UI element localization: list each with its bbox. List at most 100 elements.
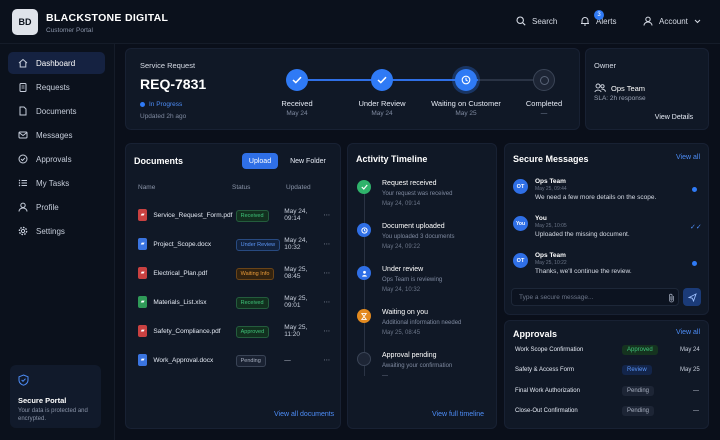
alerts-button[interactable]: 3 Alerts bbox=[580, 10, 616, 26]
more-icon[interactable]: ⋯ bbox=[323, 269, 330, 277]
owner-sla: SLA: 2h response bbox=[594, 95, 646, 102]
sidebar-item-approvals[interactable]: Approvals bbox=[8, 148, 105, 170]
sidebar-item-dashboard[interactable]: Dashboard bbox=[8, 52, 105, 74]
message-sender: You bbox=[535, 215, 547, 222]
chevron-down-icon bbox=[694, 19, 701, 23]
team-icon bbox=[594, 83, 606, 93]
message-input-box[interactable]: Type a secure message... bbox=[511, 288, 679, 306]
view-full-timeline-link[interactable]: View full timeline bbox=[432, 411, 484, 418]
search-button[interactable]: Search bbox=[516, 16, 557, 26]
document-status-badge: Under Review bbox=[235, 238, 281, 251]
sidebar-item-requests[interactable]: Requests bbox=[8, 76, 105, 98]
table-row[interactable]: ▰ Work_Approval.docx Pending — ⋯ bbox=[134, 350, 330, 370]
sidebar-item-messages[interactable]: Messages bbox=[8, 124, 105, 146]
table-row[interactable]: ▰ Project_Scope.docx Under Review May 24… bbox=[134, 234, 330, 254]
timeline-item-title: Under review bbox=[382, 266, 424, 273]
timeline-item-title: Approval pending bbox=[382, 352, 437, 359]
timeline-item-title: Document uploaded bbox=[382, 223, 445, 230]
more-icon[interactable]: ⋯ bbox=[323, 356, 330, 364]
table-row[interactable]: ▰ Electrical_Plan.pdf Waiting Info May 2… bbox=[134, 263, 330, 283]
approval-date: — bbox=[693, 408, 699, 414]
sidebar-item-label: Messages bbox=[36, 130, 73, 140]
secure-portal-text: Your data is protected and encrypted. bbox=[18, 408, 88, 423]
sidebar-item-settings[interactable]: Settings bbox=[8, 220, 105, 242]
message-time: May 25, 09:44 bbox=[535, 186, 567, 192]
timeline-item-time: May 24, 09:22 bbox=[382, 244, 421, 250]
view-details-button[interactable]: View Details bbox=[650, 110, 698, 124]
message-input-placeholder: Type a secure message... bbox=[519, 294, 594, 301]
new-folder-button[interactable]: New Folder bbox=[284, 153, 332, 169]
service-request-card: Service Request REQ-7831 In Progress Upd… bbox=[125, 48, 580, 130]
table-row[interactable]: ▰ Safety_Compliance.pdf Approved May 25,… bbox=[134, 321, 330, 341]
clipboard-icon bbox=[19, 83, 27, 92]
list-item[interactable]: Safety & Access Form Review May 25 bbox=[515, 363, 705, 377]
search-label: Search bbox=[532, 16, 558, 26]
gear-icon bbox=[18, 226, 28, 236]
more-icon[interactable]: ⋯ bbox=[323, 327, 330, 335]
more-icon[interactable]: ⋯ bbox=[323, 240, 330, 248]
owner-card: Owner Ops Team SLA: 2h response View Det… bbox=[585, 48, 709, 130]
status-badge: In Progress bbox=[140, 101, 182, 108]
document-name: Work_Approval.docx bbox=[153, 356, 214, 364]
list-item[interactable]: Close-Out Confirmation Pending — bbox=[515, 404, 705, 418]
message-text: We need a few more details on the scope. bbox=[535, 194, 657, 201]
timeline-item-title: Waiting on you bbox=[382, 309, 429, 316]
timeline-line bbox=[363, 184, 365, 376]
document-status-badge: Approved bbox=[235, 325, 270, 338]
list-item[interactable]: Final Work Authorization Pending — bbox=[515, 384, 705, 398]
message-sender: Ops Team bbox=[535, 252, 566, 259]
send-button[interactable] bbox=[683, 288, 701, 306]
account-menu[interactable]: Account bbox=[643, 16, 701, 26]
pending-circle-icon bbox=[539, 75, 549, 85]
upload-button[interactable]: Upload bbox=[242, 153, 278, 169]
step-waiting-on-customer bbox=[455, 69, 477, 91]
list-item[interactable]: Work Scope Confirmation Approved May 24 bbox=[515, 343, 705, 357]
progress-track-done bbox=[308, 79, 478, 81]
clock-icon bbox=[461, 75, 471, 85]
sidebar-item-label: Dashboard bbox=[36, 58, 76, 68]
sidebar-item-label: Profile bbox=[36, 202, 59, 212]
user-icon bbox=[18, 202, 28, 212]
document-updated: May 24, 09:14 bbox=[284, 208, 308, 222]
table-row[interactable]: ▰ Service_Request_Form.pdf Received May … bbox=[134, 205, 330, 225]
timeline-item-time: May 24, 09:14 bbox=[382, 201, 421, 207]
sidebar-item-profile[interactable]: Profile bbox=[8, 196, 105, 218]
messages-view-all-link[interactable]: View all bbox=[676, 154, 700, 161]
approval-name: Safety & Access Form bbox=[515, 367, 575, 373]
check-circle-icon bbox=[18, 154, 28, 164]
step-date: May 25 bbox=[455, 110, 477, 117]
request-id: REQ-7831 bbox=[140, 76, 207, 92]
sidebar-item-documents[interactable]: Documents bbox=[8, 100, 105, 122]
secure-messages-card: Secure Messages View all OT Ops Team May… bbox=[504, 143, 709, 315]
approval-date: May 25 bbox=[680, 367, 700, 373]
approval-status-badge: Pending bbox=[622, 386, 655, 396]
sidebar-item-label: My Tasks bbox=[36, 178, 70, 188]
send-icon bbox=[687, 292, 697, 302]
alerts-count-badge: 3 bbox=[594, 10, 604, 20]
timeline-item-desc: Your request was received bbox=[382, 191, 453, 197]
more-icon[interactable]: ⋯ bbox=[323, 211, 330, 219]
brand-logo[interactable]: BD bbox=[12, 9, 38, 35]
more-icon[interactable]: ⋯ bbox=[323, 298, 330, 306]
document-updated: May 24, 10:32 bbox=[284, 237, 308, 251]
sidebar-item-label: Requests bbox=[36, 82, 70, 92]
approval-date: — bbox=[693, 388, 699, 394]
unread-dot-icon bbox=[692, 261, 697, 266]
approvals-view-all-link[interactable]: View all bbox=[676, 329, 700, 336]
bell-icon: 3 bbox=[580, 10, 604, 26]
sidebar-item-my-tasks[interactable]: My Tasks bbox=[8, 172, 105, 194]
document-updated: — bbox=[284, 356, 291, 364]
approval-status-badge: Approved bbox=[622, 345, 658, 355]
approval-name: Final Work Authorization bbox=[515, 388, 580, 394]
timeline-user-icon bbox=[357, 266, 371, 280]
view-all-documents-link[interactable]: View all documents bbox=[274, 411, 334, 418]
avatar: You bbox=[513, 216, 528, 231]
timeline-item-time: May 24, 10:32 bbox=[382, 287, 421, 293]
avatar: OT bbox=[513, 179, 528, 194]
avatar: OT bbox=[513, 253, 528, 268]
document-updated: May 25, 11:20 bbox=[284, 324, 308, 338]
step-label: Waiting on Customer bbox=[431, 99, 501, 108]
paperclip-icon[interactable] bbox=[668, 293, 675, 303]
table-row[interactable]: ▰ Materials_List.xlsx Received May 25, 0… bbox=[134, 292, 330, 312]
owner-name: Ops Team bbox=[611, 83, 646, 93]
